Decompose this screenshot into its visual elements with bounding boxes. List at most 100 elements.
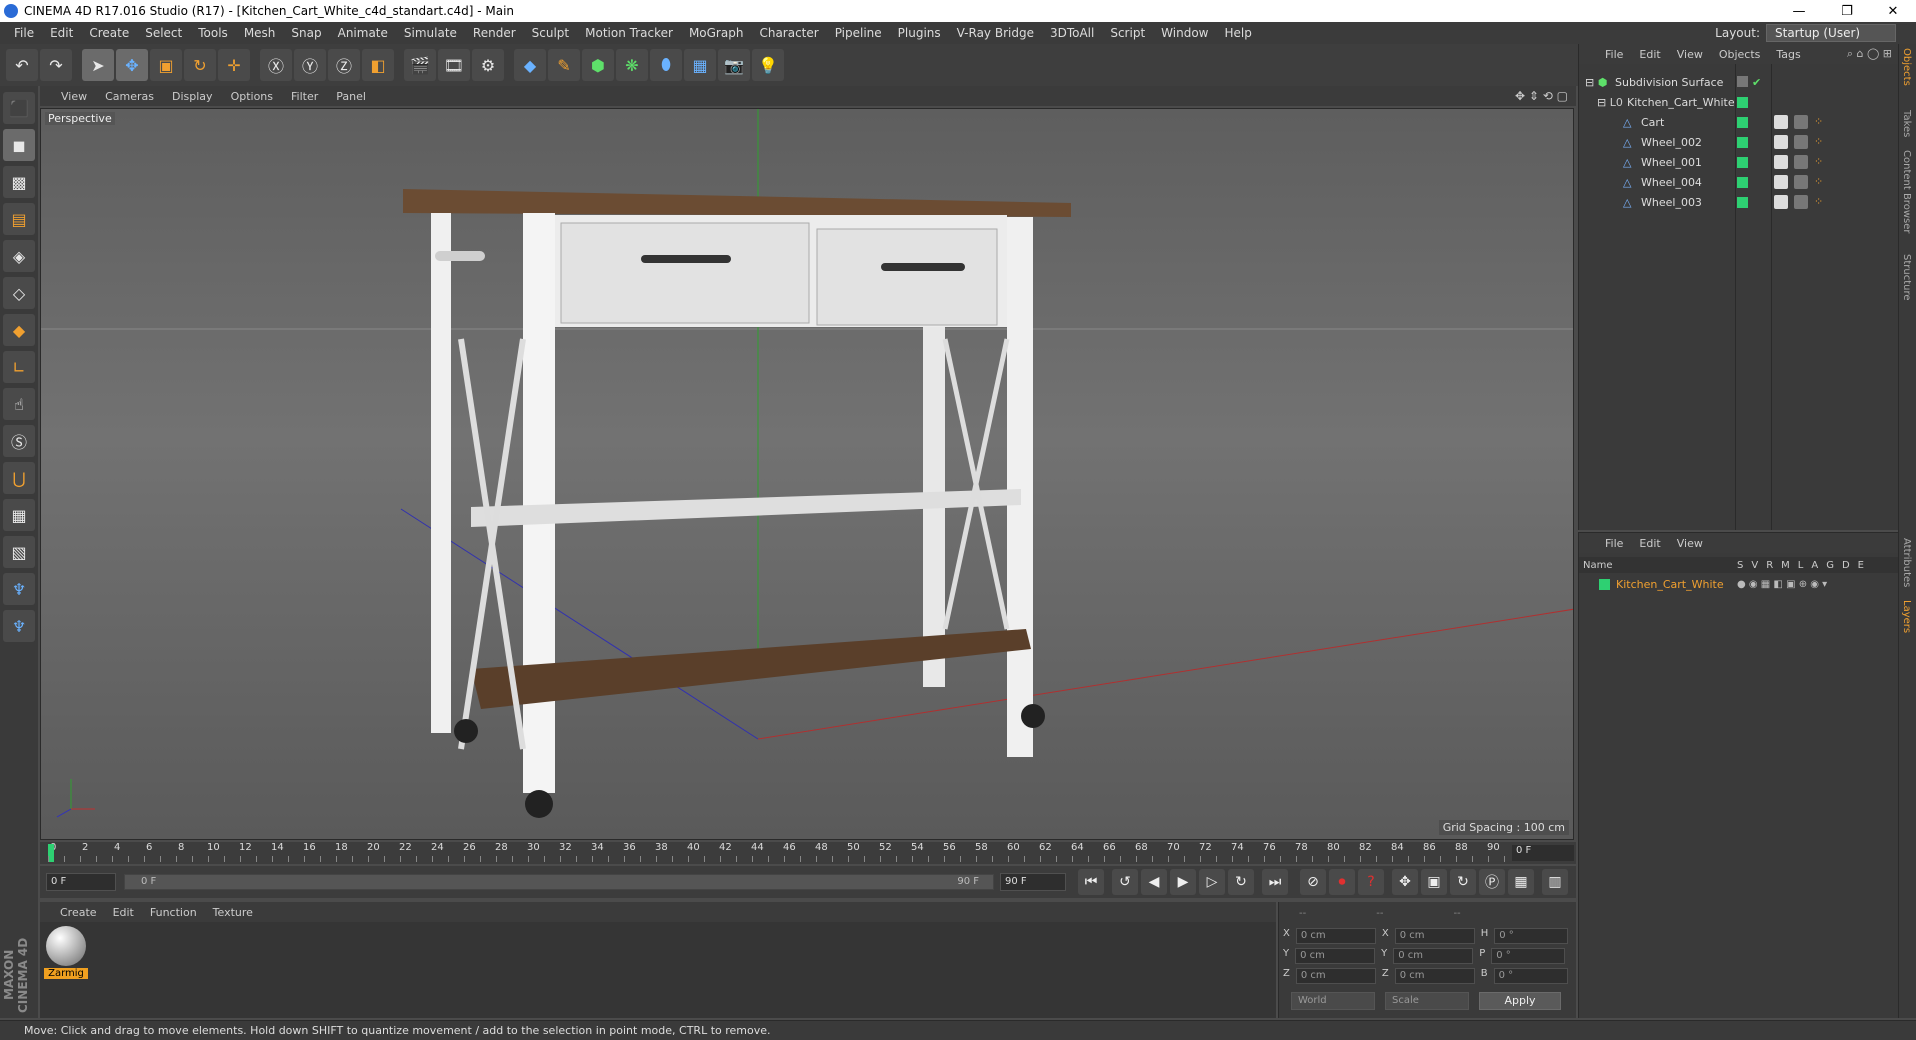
size-z-field[interactable]: 0 cm — [1394, 968, 1475, 984]
workplane-icon[interactable]: ▤ — [3, 203, 35, 235]
menu-script[interactable]: Script — [1102, 26, 1153, 40]
position-y-field[interactable]: 0 cm — [1295, 948, 1376, 964]
coord-space-dropdown[interactable]: World — [1291, 992, 1375, 1010]
mat-menu-create[interactable]: Create — [52, 906, 105, 919]
transform-icon[interactable]: ✛ — [218, 49, 250, 81]
key-scale-icon[interactable]: ▣ — [1421, 869, 1447, 895]
edges-mode-icon[interactable]: ◇ — [3, 277, 35, 309]
menu-mograph[interactable]: MoGraph — [681, 26, 752, 40]
tab-structure[interactable]: Structure — [1901, 254, 1912, 301]
obj-menu-file[interactable]: File — [1597, 48, 1631, 61]
layer-menu-file[interactable]: File — [1597, 537, 1631, 550]
position-x-field[interactable]: 0 cm — [1295, 928, 1376, 944]
mat-menu-edit[interactable]: Edit — [105, 906, 142, 919]
menu-sculpt[interactable]: Sculpt — [524, 26, 577, 40]
key-position-icon[interactable]: ✥ — [1392, 869, 1418, 895]
object-row-wheel-002[interactable]: △ Wheel_002 ⁘ — [1579, 132, 1898, 152]
light-icon[interactable]: 💡 — [752, 49, 784, 81]
restore-button[interactable]: ❐ — [1824, 0, 1870, 22]
vp-menu-filter[interactable]: Filter — [282, 90, 327, 103]
menu-select[interactable]: Select — [137, 26, 190, 40]
object-row-kitchen-cart-white[interactable]: ⊟ L0 Kitchen_Cart_White — [1579, 92, 1898, 112]
menu-render[interactable]: Render — [465, 26, 524, 40]
menu-vray-bridge[interactable]: V-Ray Bridge — [949, 26, 1042, 40]
object-row-cart[interactable]: △ Cart ⁘ — [1579, 112, 1898, 132]
object-tags[interactable]: ⁘ — [1774, 195, 1828, 209]
menu-character[interactable]: Character — [751, 26, 826, 40]
mat-menu-texture[interactable]: Texture — [205, 906, 261, 919]
python-script-icon[interactable]: ♆ — [3, 610, 35, 642]
key-parameter-icon[interactable]: Ⓟ — [1479, 869, 1505, 895]
menu-edit[interactable]: Edit — [42, 26, 81, 40]
z-axis-icon[interactable]: Ⓩ — [328, 49, 360, 81]
obj-menu-edit[interactable]: Edit — [1631, 48, 1668, 61]
pen-spline-icon[interactable]: ✎ — [548, 49, 580, 81]
start-frame-field[interactable]: 0 F — [46, 873, 116, 891]
end-frame-field[interactable]: 90 F — [1000, 873, 1066, 891]
menu-tools[interactable]: Tools — [190, 26, 236, 40]
object-row-wheel-003[interactable]: △ Wheel_003 ⁘ — [1579, 192, 1898, 212]
x-axis-icon[interactable]: Ⓧ — [260, 49, 292, 81]
tab-attributes[interactable]: Attributes — [1901, 538, 1912, 587]
prev-frame-icon[interactable]: ◀ — [1141, 869, 1167, 895]
layer-menu-edit[interactable]: Edit — [1631, 537, 1668, 550]
position-z-field[interactable]: 0 cm — [1295, 968, 1376, 984]
object-tags[interactable]: ⁘ — [1774, 115, 1828, 129]
axis-mode-icon[interactable]: ∟ — [3, 351, 35, 383]
coordinate-system-icon[interactable]: ◧ — [362, 49, 394, 81]
locked-workplane-icon[interactable]: ▦ — [3, 499, 35, 531]
vp-menu-cameras[interactable]: Cameras — [96, 90, 163, 103]
move-icon[interactable]: ✥ — [116, 49, 148, 81]
camera-icon[interactable]: 📷 — [718, 49, 750, 81]
render-view-icon[interactable]: 🎬 — [404, 49, 436, 81]
model-mode-icon[interactable]: ◼ — [3, 129, 35, 161]
timeline-ruler[interactable]: 0 2 4 6 8 10 12 14 16 18 20 22 24 26 28 … — [40, 842, 1576, 864]
expand-icon[interactable]: ⊟ ⬢ — [1585, 76, 1607, 89]
select-arrow-icon[interactable]: ➤ — [82, 49, 114, 81]
menu-file[interactable]: File — [6, 26, 42, 40]
object-row-wheel-004[interactable]: △ Wheel_004 ⁘ — [1579, 172, 1898, 192]
object-tags[interactable]: ⁘ — [1774, 135, 1828, 149]
current-frame-field[interactable]: 0 F — [1512, 845, 1574, 861]
tab-layers[interactable]: Layers — [1901, 600, 1912, 633]
layer-row[interactable]: Kitchen_Cart_White ● ◉ ▦ ◧ ▣ ⊕ ◉ ▾ — [1579, 575, 1898, 593]
obj-menu-view[interactable]: View — [1669, 48, 1711, 61]
menu-window[interactable]: Window — [1153, 26, 1216, 40]
material-thumbnail[interactable]: Zarmig — [44, 926, 88, 980]
menu-help[interactable]: Help — [1216, 26, 1259, 40]
python-icon[interactable]: ♆ — [3, 573, 35, 605]
rotate-icon[interactable]: ↻ — [184, 49, 216, 81]
menu-3dtoall[interactable]: 3DToAll — [1042, 26, 1102, 40]
object-row-subdivision-surface[interactable]: ⊟ ⬢ Subdivision Surface ✔ — [1579, 72, 1898, 92]
texture-mode-icon[interactable]: ▩ — [3, 166, 35, 198]
vp-menu-display[interactable]: Display — [163, 90, 222, 103]
play-icon[interactable]: ▶ — [1170, 869, 1196, 895]
subdivision-surface-icon[interactable]: ⬢ — [582, 49, 614, 81]
prev-keyframe-icon[interactable]: ↺ — [1112, 869, 1138, 895]
viewport-nav-icons[interactable]: ✥ ⇕ ⟲ ▢ — [1515, 89, 1568, 103]
record-icon[interactable]: ⏺ — [1329, 869, 1355, 895]
menu-motion-tracker[interactable]: Motion Tracker — [577, 26, 681, 40]
go-to-start-icon[interactable]: ⏮ — [1078, 869, 1104, 895]
cube-icon[interactable]: ◆ — [514, 49, 546, 81]
menu-mesh[interactable]: Mesh — [236, 26, 284, 40]
3d-viewport[interactable]: Perspective Grid Spacing : 100 cm — [40, 108, 1574, 840]
autokey-icon[interactable]: ? — [1358, 869, 1384, 895]
object-tags[interactable]: ⁘ — [1774, 175, 1828, 189]
rotation-h-field[interactable]: 0 ° — [1494, 928, 1569, 944]
preview-range-slider[interactable]: 0 F 90 F — [124, 874, 994, 890]
render-settings-icon[interactable]: ⚙ — [472, 49, 504, 81]
planar-workplane-icon[interactable]: ▧ — [3, 536, 35, 568]
next-frame-icon[interactable]: ▷ — [1199, 869, 1225, 895]
size-x-field[interactable]: 0 cm — [1394, 928, 1475, 944]
object-tags[interactable]: ⁘ — [1774, 155, 1828, 169]
snap-icon[interactable]: Ⓢ — [3, 425, 35, 457]
redo-icon[interactable]: ↷ — [40, 49, 72, 81]
apply-button[interactable]: Apply — [1479, 992, 1561, 1010]
menu-plugins[interactable]: Plugins — [890, 26, 949, 40]
tab-content-browser[interactable]: Content Browser — [1901, 150, 1912, 233]
y-axis-icon[interactable]: Ⓨ — [294, 49, 326, 81]
object-row-wheel-001[interactable]: △ Wheel_001 ⁘ — [1579, 152, 1898, 172]
vp-menu-view[interactable]: View — [52, 90, 96, 103]
menu-create[interactable]: Create — [81, 26, 137, 40]
